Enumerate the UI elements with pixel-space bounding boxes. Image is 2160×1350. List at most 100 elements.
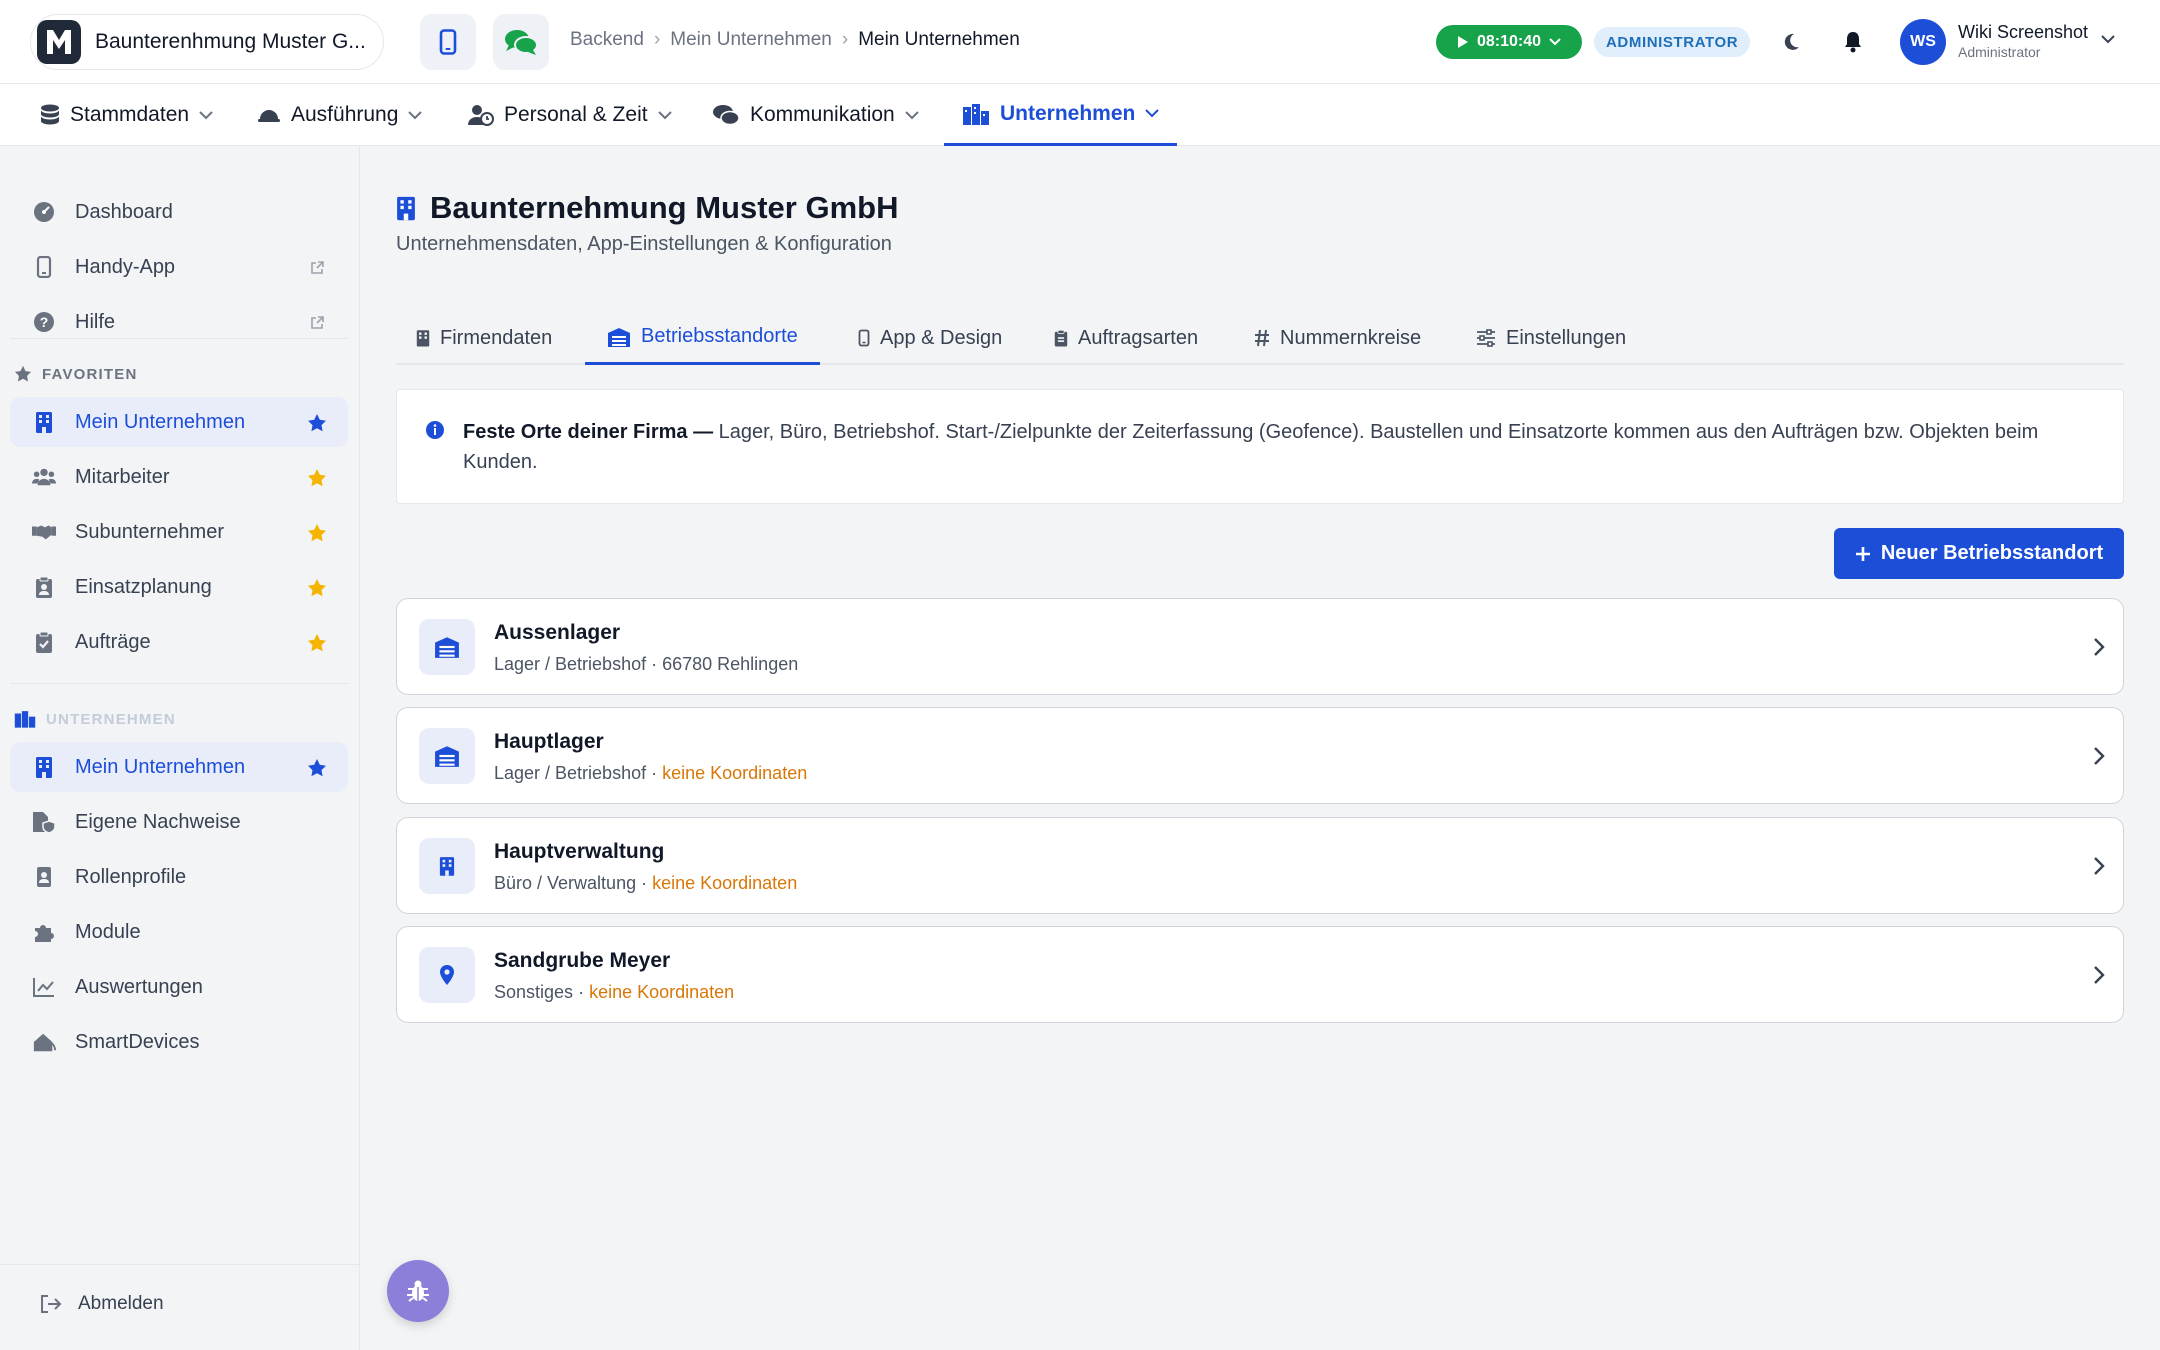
sidebar-item-eigene-nachweise[interactable]: Eigene Nachweise [10,797,348,847]
tab-label: Betriebsstandorte [641,325,798,347]
nav-stammdaten[interactable]: Stammdaten [40,84,213,146]
notifications-button[interactable] [1835,24,1871,60]
sidebar-item-rollenprofile[interactable]: Rollenprofile [10,852,348,902]
mobile-icon [32,255,56,279]
sidebar-item-mein-unternehmen[interactable]: Mein Unternehmen [10,742,348,792]
location-pin-icon [419,947,475,1003]
play-icon [1457,36,1468,48]
nav-kommunikation[interactable]: Kommunikation [712,84,919,146]
user-name[interactable]: Wiki Screenshot [1958,22,2088,43]
tab-app-design[interactable]: App & Design [858,311,1002,365]
chevron-right-icon [2094,747,2105,765]
bug-report-button[interactable] [387,1260,449,1322]
star-icon[interactable] [306,467,328,489]
tab-label: Auftragsarten [1078,326,1199,349]
section-label: UNTERNEHMEN [46,710,176,728]
logout-label: Abmelden [78,1293,164,1314]
sidebar-item-subunternehmer[interactable]: Subunternehmer [10,507,348,557]
sidebar-item-label: Aufträge [75,630,151,653]
top-bar: Baunterenhmung Muster G... Backend › Mei… [0,0,2160,84]
page-title: Baunternehmung Muster GmbH [396,190,898,226]
dark-mode-toggle[interactable] [1773,24,1809,60]
bug-icon [407,1280,429,1302]
sidebar-divider [10,683,348,684]
tab-auftragsarten[interactable]: Auftragsarten [1054,311,1198,365]
chat-button[interactable] [493,14,549,70]
nav-label: Unternehmen [1000,101,1136,125]
nav-personal-zeit[interactable]: Personal & Zeit [468,84,672,146]
house-signal-icon [32,1030,56,1054]
city-icon [14,711,36,728]
breadcrumb: Backend › Mein Unternehmen › Mein Untern… [570,29,1020,51]
chevron-down-icon [905,110,919,119]
star-icon[interactable] [306,632,328,654]
tab-betriebsstandorte[interactable]: Betriebsstandorte [585,311,820,365]
sidebar-item-label: SmartDevices [75,1030,200,1053]
sidebar-item-module[interactable]: Module [10,907,348,957]
tab-nummernkreise[interactable]: Nummernkreise [1254,311,1421,365]
location-type: Sonstiges [494,982,574,1002]
handshake-icon [32,520,56,544]
sidebar-item-dashboard[interactable]: Dashboard [10,187,348,237]
tab-label: Firmendaten [440,326,553,349]
warehouse-icon [419,619,475,675]
clipboard-check-icon [32,630,56,654]
sidebar-item-label: Module [75,920,141,943]
location-card[interactable]: Aussenlager Lager / Betriebshof · 66780 … [396,598,2124,695]
bell-icon [1845,32,1861,53]
favorites-section-title: FAVORITEN [14,365,138,383]
mobile-app-button[interactable] [420,14,476,70]
breadcrumb-backend[interactable]: Backend [570,29,644,51]
sidebar-item-fav-mein-unternehmen[interactable]: Mein Unternehmen [10,397,348,447]
nav-label: Stammdaten [70,103,190,126]
location-card[interactable]: Hauptverwaltung Büro / Verwaltung · kein… [396,817,2124,914]
star-icon[interactable] [306,757,328,779]
company-switcher[interactable]: Baunterenhmung Muster G... [30,14,384,70]
chevron-down-icon[interactable] [2100,34,2116,44]
sidebar-item-label: Hilfe [75,310,116,333]
sidebar-item-auswertungen[interactable]: Auswertungen [10,962,348,1012]
sign-out-icon [41,1295,62,1313]
sidebar-item-hilfe[interactable]: ? Hilfe [10,297,348,347]
star-icon[interactable] [306,412,328,434]
info-icon [426,421,444,439]
user-avatar[interactable]: WS [1900,19,1946,65]
info-box: Feste Orte deiner Firma — Lager, Büro, B… [396,389,2124,504]
file-shield-icon [32,810,56,834]
time-tracking-timer[interactable]: 08:10:40 [1436,25,1582,59]
sidebar-item-label: Mein Unternehmen [75,410,246,433]
comments-icon [713,105,740,126]
tab-firmendaten[interactable]: Firmendaten [416,311,552,365]
location-address: 66780 Rehlingen [662,654,799,674]
sidebar-item-mitarbeiter[interactable]: Mitarbeiter [10,452,348,502]
external-link-icon [306,257,328,279]
main-navigation: Stammdaten Ausführung Personal & Zeit Ko… [0,84,2160,146]
breadcrumb-company[interactable]: Mein Unternehmen [670,29,832,51]
users-icon [32,465,56,489]
location-warning: keine Koordinaten [589,982,735,1002]
logout-button[interactable]: Abmelden [40,1293,164,1315]
nav-ausfuehrung[interactable]: Ausführung [257,84,423,146]
star-icon[interactable] [306,577,328,599]
new-location-button[interactable]: Neuer Betriebsstandort [1834,528,2124,579]
star-icon[interactable] [306,522,328,544]
nav-unternehmen[interactable]: Unternehmen [944,84,1178,146]
sidebar-item-auftraege[interactable]: Aufträge [10,617,348,667]
sidebar-item-einsatzplanung[interactable]: Einsatzplanung [10,562,348,612]
tab-einstellungen[interactable]: Einstellungen [1476,311,1626,365]
chart-line-icon [32,975,56,999]
nav-label: Kommunikation [750,103,895,126]
building-icon [32,410,56,434]
building-icon [32,755,56,779]
location-name: Sandgrube Meyer [494,949,671,972]
database-icon [41,104,59,125]
location-card[interactable]: Hauptlager Lager / Betriebshof · keine K… [396,707,2124,804]
sidebar-item-smartdevices[interactable]: SmartDevices [10,1017,348,1067]
sidebar-item-handy-app[interactable]: Handy-App [10,242,348,292]
chevron-right-icon [2094,966,2105,984]
location-card[interactable]: Sandgrube Meyer Sonstiges · keine Koordi… [396,926,2124,1023]
id-badge-icon [32,865,56,889]
location-type: Lager / Betriebshof [494,654,647,674]
building-icon [419,838,475,894]
puzzle-icon [32,920,56,944]
